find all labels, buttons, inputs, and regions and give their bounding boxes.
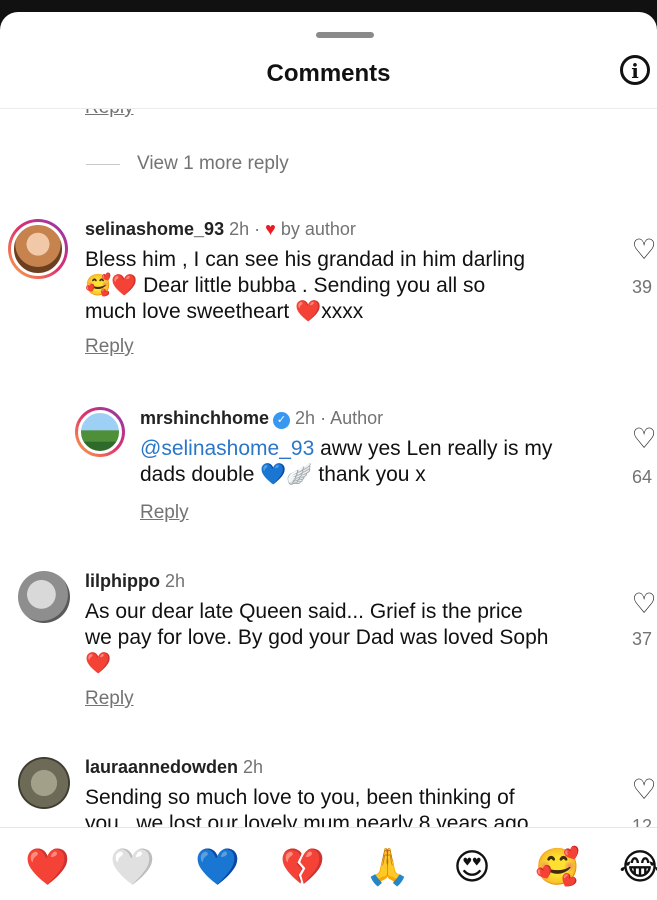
comment-meta: selinashome_93 2h · ♥ by author (85, 219, 356, 240)
emoji-red-heart[interactable]: ❤️ (25, 845, 70, 889)
comments-list[interactable]: Reply View 1 more reply selinashome_93 2… (0, 109, 657, 827)
mention-link[interactable]: @selinashome_93 (140, 437, 314, 460)
emoji-white-heart[interactable]: 🤍 (110, 845, 155, 889)
like-button[interactable]: ♡ (630, 590, 657, 618)
comment-line: Bless him , I can see his grandad in him… (85, 248, 526, 271)
heart-outline-icon: ♡ (631, 423, 657, 454)
username[interactable]: lilphippo (85, 571, 160, 591)
comment-line: ❤️ (85, 652, 112, 675)
heart-outline-icon: ♡ (631, 234, 657, 265)
timestamp: 2h (165, 571, 186, 591)
emoji-tears-of-joy[interactable]: 😂 (618, 845, 657, 889)
avatar[interactable] (18, 571, 70, 623)
info-icon[interactable]: i (620, 55, 650, 85)
reply-button[interactable]: Reply (140, 502, 189, 524)
heart-outline-icon: ♡ (631, 588, 657, 619)
view-more-label: View 1 more reply (137, 153, 289, 174)
username[interactable]: mrshinchhome (140, 408, 269, 428)
thread-line (86, 163, 120, 165)
comment-item: selinashome_93 2h · ♥ by author Bless hi… (0, 209, 657, 369)
reply-button[interactable]: Reply (85, 336, 134, 358)
comment-text: Sending so much love to you, been thinki… (85, 785, 605, 827)
info-glyph: i (631, 59, 639, 83)
like-count: 39 (632, 277, 653, 297)
like-button[interactable]: ♡ (630, 236, 657, 264)
reply-button[interactable]: Reply (85, 688, 134, 710)
view-more-replies[interactable]: View 1 more reply (86, 153, 289, 175)
like-count: 12 (632, 816, 653, 827)
heart-outline-icon: ♡ (631, 774, 657, 805)
reply-item: mrshinchhome ✓ 2h · Author @selinashome_9… (0, 399, 657, 549)
comment-line: @selinashome_93 aww yes Len really is my (140, 436, 610, 462)
avatar[interactable] (75, 407, 125, 457)
comment-item: lilphippo 2h As our dear late Queen said… (0, 569, 657, 719)
timestamp: 2h (295, 408, 316, 428)
avatar[interactable] (18, 757, 70, 809)
comment-line: 🥰❤️ Dear little bubba . Sending you all … (85, 274, 486, 297)
author-heart-icon: ♥ (265, 219, 276, 239)
liked-by-author-badge: by author (280, 219, 356, 239)
comment-text: Bless him , I can see his grandad in him… (85, 247, 605, 325)
author-badge: Author (330, 408, 384, 428)
emoji-bar-divider (0, 827, 657, 828)
comment-item: lauraannedowden 2h Sending so much love … (0, 757, 657, 827)
separator: · (320, 408, 327, 428)
username[interactable]: lauraannedowden (85, 757, 238, 777)
timestamp: 2h (229, 219, 250, 239)
like-count: 64 (632, 467, 653, 487)
quick-emoji-bar: ❤️ 🤍 💙 💔 🙏 😍 🥰 😂 (0, 845, 657, 900)
like-button[interactable]: ♡ (630, 776, 657, 804)
emoji-heart-eyes[interactable]: 😍 (450, 845, 494, 889)
like-count: 37 (632, 629, 653, 649)
comment-meta: lilphippo 2h (85, 571, 185, 592)
comment-line: you...we lost our lovely mum nearly 8 ye… (85, 812, 535, 827)
emoji-blue-heart[interactable]: 💙 (195, 845, 240, 889)
comment-line: we pay for love. By god your Dad was lov… (85, 626, 549, 649)
avatar[interactable] (8, 219, 68, 279)
drag-handle[interactable] (316, 32, 374, 38)
comment-line-text: aww yes Len really is my (314, 437, 553, 460)
like-button[interactable]: ♡ (630, 425, 657, 453)
comment-line: dads double 💙🪽 thank you x (140, 463, 426, 486)
reply-link-cut[interactable]: Reply (85, 109, 134, 119)
comment-text: @selinashome_93 aww yes Len really is my… (140, 436, 610, 488)
comment-meta: lauraannedowden 2h (85, 757, 263, 778)
comment-line: much love sweetheart ❤️xxxx (85, 300, 364, 323)
timestamp: 2h (243, 757, 264, 777)
comment-meta: mrshinchhome ✓ 2h · Author (140, 408, 383, 429)
comments-sheet: Comments i Reply View 1 more reply selin… (0, 12, 657, 900)
verified-badge-icon: ✓ (273, 412, 291, 429)
comment-line: Sending so much love to you, been thinki… (85, 786, 515, 809)
emoji-smiling-hearts[interactable]: 🥰 (535, 845, 580, 889)
emoji-broken-heart[interactable]: 💔 (280, 845, 325, 889)
username[interactable]: selinashome_93 (85, 219, 224, 239)
comment-text: As our dear late Queen said... Grief is … (85, 599, 605, 677)
emoji-praying-hands[interactable]: 🙏 (365, 845, 410, 889)
sheet-title: Comments (266, 60, 391, 87)
separator: · (254, 219, 261, 239)
comment-line: As our dear late Queen said... Grief is … (85, 600, 523, 623)
